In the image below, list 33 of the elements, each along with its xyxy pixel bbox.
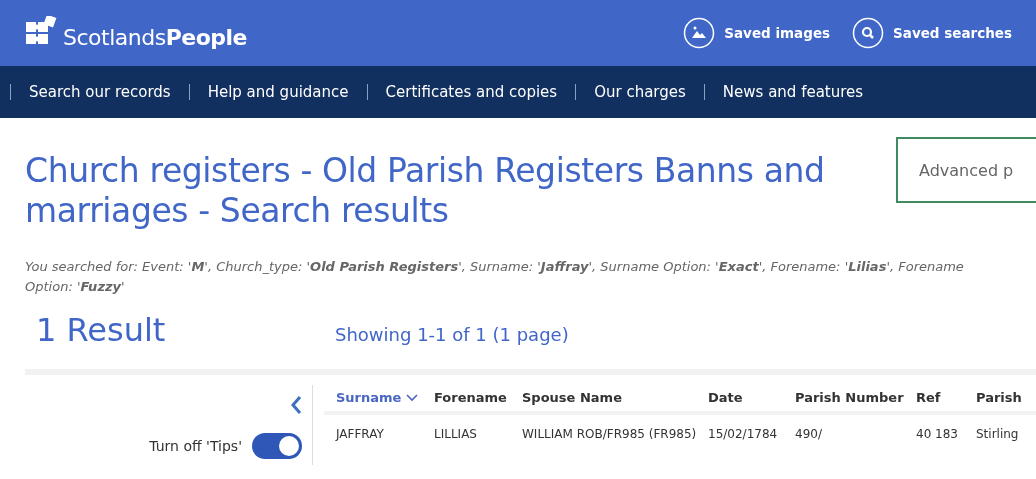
table-cell-text: 490/ — [795, 427, 823, 441]
site-logo-text[interactable]: ScotlandsPeople — [63, 25, 247, 50]
column-header[interactable]: Forename — [434, 390, 522, 405]
table-cell-text: 40 183 — [916, 427, 959, 441]
search-icon — [852, 17, 885, 49]
nav-link[interactable]: News and features — [722, 83, 864, 101]
column-header[interactable]: Date — [708, 390, 795, 405]
table-cell-text: JAFFRAY — [336, 427, 385, 441]
nav-link[interactable]: Our charges — [594, 83, 686, 101]
nav-link[interactable]: Help and guidance — [207, 83, 349, 101]
column-header[interactable]: Spouse Name — [522, 390, 708, 405]
image-icon — [683, 17, 716, 49]
nav-link[interactable]: Search our records — [29, 83, 171, 101]
table-cell-text: Stirling — [976, 427, 1020, 441]
collapse-chevron-icon[interactable] — [290, 395, 302, 415]
tips-label: Turn off 'Tips' — [149, 438, 242, 454]
table-cell-text: 15/02/1784 — [708, 427, 779, 441]
column-header[interactable]: Ref — [916, 390, 976, 405]
pagination-summary: Showing 1-1 of 1 (1 page) — [335, 323, 569, 345]
column-header[interactable]: Surname — [336, 390, 434, 405]
header-link[interactable]: Saved searches — [852, 17, 1012, 49]
table-cell-text: LILLIAS — [434, 427, 478, 441]
nav-link[interactable]: Certificates and copies — [385, 83, 558, 101]
header-link[interactable]: Saved images — [683, 17, 831, 49]
page-title: Church registers - Old Parish Registers Banns and marriages - Search results — [25, 151, 826, 231]
advanced-button[interactable]: Advanced p — [896, 137, 1036, 203]
sort-chevron-icon — [406, 393, 419, 402]
column-header[interactable]: Parish Number — [795, 390, 916, 405]
search-summary: You searched for: Event: 'M', Church_type: 'Old Parish Registers', Surname: 'Jaffray', Surname Option: 'Exact', Forename: 'Lilias', Forename Option: 'Fuzzy' — [25, 258, 965, 296]
column-header[interactable]: Parish — [976, 390, 1036, 405]
table-cell-text: WILLIAM ROB/FR985 (FR985) — [522, 427, 698, 441]
tips-toggle[interactable] — [252, 433, 302, 459]
result-count: 1 Result — [36, 311, 167, 349]
